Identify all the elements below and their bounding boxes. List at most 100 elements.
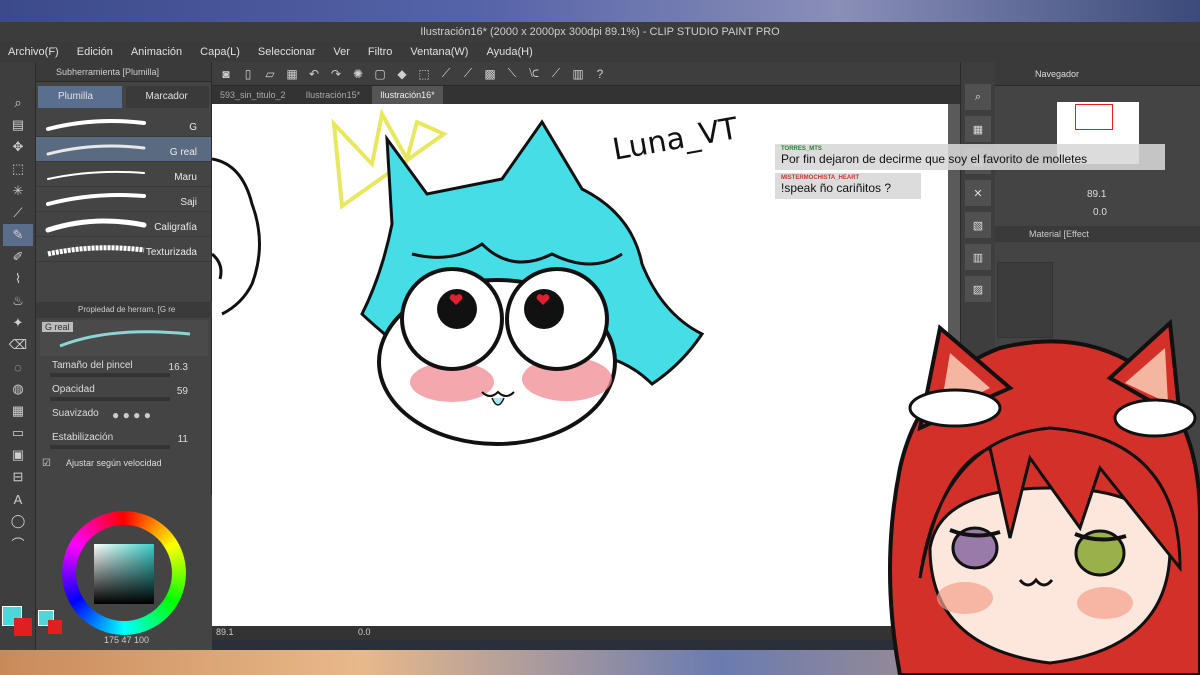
speed-adjust-row[interactable]: ☑ Ajustar según velocidad bbox=[36, 454, 212, 478]
decoration-tool-icon[interactable]: ✦ bbox=[3, 312, 33, 334]
menu-ver[interactable]: Ver bbox=[333, 46, 350, 58]
clear-icon[interactable]: ▢ bbox=[370, 65, 390, 83]
zoom-tool-icon[interactable]: ⌕ bbox=[3, 92, 33, 114]
navigator-rotation[interactable]: 0.0 bbox=[1093, 207, 1107, 218]
pencil-tool-icon[interactable]: ✐ bbox=[3, 246, 33, 268]
stabilization-value[interactable]: 11 bbox=[178, 434, 188, 445]
snap-grid-icon[interactable]: ▩ bbox=[480, 65, 500, 83]
color-values: 175 47 100 bbox=[104, 635, 150, 645]
brush-size-row[interactable]: Tamaño del pincel 16.3 bbox=[36, 358, 212, 382]
command-bar: ◙ ▯ ▱ ▦ ↶ ↷ ✺ ▢ ◆ ⬚ ⟋ ⟋ ▩ ⟍ ⟈ ⟋ ▥ ? bbox=[212, 62, 960, 86]
doc-tab-593[interactable]: 593_sin_titulo_2 bbox=[212, 86, 294, 104]
navigator-panel-icon[interactable]: ⌕ bbox=[965, 84, 991, 110]
chat-message: TORRES_MTS Por fin dejaron de decirme qu… bbox=[775, 144, 1165, 170]
sub-color-swatch[interactable] bbox=[14, 618, 32, 636]
pen-tool-icon[interactable]: ✎ bbox=[3, 224, 33, 246]
reference-icon[interactable]: ▥ bbox=[568, 65, 588, 83]
brush-size-value[interactable]: 16.3 bbox=[169, 362, 188, 373]
frame-tool-icon[interactable]: ▣ bbox=[3, 444, 33, 466]
redo-icon[interactable]: ↷ bbox=[326, 65, 346, 83]
layer-props-icon[interactable]: ▨ bbox=[965, 276, 991, 302]
stabilization-slider[interactable] bbox=[50, 445, 170, 449]
opacity-row[interactable]: Opacidad 59 bbox=[36, 382, 212, 406]
opacity-slider[interactable] bbox=[50, 397, 170, 401]
ruler-tool-icon[interactable]: ⊟ bbox=[3, 466, 33, 488]
window-title: Ilustración16* (2000 x 2000px 300dpi 89.… bbox=[0, 22, 1200, 42]
brush-label: G bbox=[189, 122, 197, 133]
brush-preview: G real bbox=[40, 320, 208, 356]
menu-edicion[interactable]: Edición bbox=[77, 46, 113, 58]
operation-tool-icon[interactable]: ▤ bbox=[3, 114, 33, 136]
opacity-label: Opacidad bbox=[52, 384, 95, 395]
brush-label: Texturizada bbox=[145, 247, 197, 258]
background-top-strip bbox=[0, 0, 1200, 22]
loading-icon[interactable]: ✺ bbox=[348, 65, 368, 83]
brush-list: G G real Maru Saji Caligrafía Texturizad… bbox=[36, 112, 211, 262]
eraser-tool-icon[interactable]: ⌫ bbox=[3, 334, 33, 356]
stroke-line-icon[interactable]: ⟋ bbox=[546, 65, 566, 83]
tab-plumilla[interactable]: Plumilla bbox=[38, 86, 122, 108]
figure-tool-icon[interactable]: ▭ bbox=[3, 422, 33, 444]
menu-archivo[interactable]: Archivo(F) bbox=[8, 46, 59, 58]
brush-item-g-real[interactable]: G real bbox=[36, 137, 211, 162]
fill-icon[interactable]: ◆ bbox=[392, 65, 412, 83]
move-tool-icon[interactable]: ✥ bbox=[3, 136, 33, 158]
checkbox-icon[interactable]: ☑ bbox=[42, 458, 51, 469]
save-icon[interactable]: ▦ bbox=[282, 65, 302, 83]
brush-item-g[interactable]: G bbox=[36, 112, 211, 137]
doc-tab-ilustracion16[interactable]: Ilustración16* bbox=[372, 86, 443, 104]
menu-capa[interactable]: Capa(L) bbox=[200, 46, 240, 58]
fill-tool-icon[interactable]: ◍ bbox=[3, 378, 33, 400]
layer-panel-icon[interactable]: ▥ bbox=[965, 244, 991, 270]
magic-wand-icon[interactable]: ✳ bbox=[3, 180, 33, 202]
tab-marcador[interactable]: Marcador bbox=[125, 86, 209, 108]
snap-ruler-icon[interactable]: ⟋ bbox=[436, 65, 456, 83]
subview-panel-icon[interactable]: ▦ bbox=[965, 116, 991, 142]
navigator-header: Navegador bbox=[995, 62, 1200, 86]
smoothing-options-icon[interactable]: ● ● ● ● bbox=[112, 408, 151, 422]
balloon-tool-icon[interactable]: ◯ bbox=[3, 510, 33, 532]
new-file-icon[interactable]: ▯ bbox=[238, 65, 258, 83]
open-folder-icon[interactable]: ▱ bbox=[260, 65, 280, 83]
brush-item-maru[interactable]: Maru bbox=[36, 162, 211, 187]
material-panel-icon[interactable]: ▧ bbox=[965, 212, 991, 238]
snap-special-icon[interactable]: ⟋ bbox=[458, 65, 478, 83]
brush-item-saji[interactable]: Saji bbox=[36, 187, 211, 212]
text-tool-icon[interactable]: A bbox=[3, 488, 33, 510]
selection-tool-icon[interactable]: ⬚ bbox=[3, 158, 33, 180]
stabilization-row[interactable]: Estabilización 11 bbox=[36, 430, 212, 454]
help-icon[interactable]: ? bbox=[590, 65, 610, 83]
menu-animacion[interactable]: Animación bbox=[131, 46, 182, 58]
transform-icon[interactable]: ⬚ bbox=[414, 65, 434, 83]
color-square-picker[interactable] bbox=[94, 544, 154, 604]
brush-size-slider[interactable] bbox=[50, 373, 170, 377]
correct-line-tool-icon[interactable]: ⌒ bbox=[3, 532, 33, 554]
stroke-icon[interactable]: ⟍ bbox=[502, 65, 522, 83]
clip-studio-icon[interactable]: ◙ bbox=[216, 65, 236, 83]
status-zoom[interactable]: 89.1 bbox=[216, 627, 234, 637]
brush-item-texturizada[interactable]: Texturizada bbox=[36, 237, 211, 262]
sub-color-swatch-small[interactable] bbox=[48, 620, 62, 634]
brush-item-caligrafia[interactable]: Caligrafía bbox=[36, 212, 211, 237]
tool-property-header: Propiedad de herram. [G re bbox=[36, 302, 212, 318]
doc-tab-ilustracion15[interactable]: Ilustración15* bbox=[298, 86, 369, 104]
eyedropper-icon[interactable]: ⟋ bbox=[3, 202, 33, 224]
blend-tool-icon[interactable]: ◌ bbox=[3, 356, 33, 378]
stream-screen: { "window": { "title": "Ilustración16* (… bbox=[0, 0, 1200, 675]
opacity-value[interactable]: 59 bbox=[177, 386, 188, 397]
smoothing-row[interactable]: Suavizado ● ● ● ● bbox=[36, 406, 212, 430]
gradient-tool-icon[interactable]: ▦ bbox=[3, 400, 33, 422]
undo-icon[interactable]: ↶ bbox=[304, 65, 324, 83]
menu-ayuda[interactable]: Ayuda(H) bbox=[486, 46, 532, 58]
status-rotation[interactable]: 0.0 bbox=[358, 627, 371, 637]
airbrush-tool-icon[interactable]: ♨ bbox=[3, 290, 33, 312]
brush-label: Saji bbox=[180, 197, 197, 208]
tool-palette: ⌕ ▤ ✥ ⬚ ✳ ⟋ ✎ ✐ ⌇ ♨ ✦ ⌫ ◌ ◍ ▦ ▭ ▣ ⊟ A ◯ … bbox=[0, 62, 36, 650]
stroke-smooth-icon[interactable]: ⟈ bbox=[524, 65, 544, 83]
menu-filtro[interactable]: Filtro bbox=[368, 46, 392, 58]
brush-tool-icon[interactable]: ⌇ bbox=[3, 268, 33, 290]
menu-bar: Archivo(F) Edición Animación Capa(L) Sel… bbox=[0, 42, 1200, 62]
menu-seleccionar[interactable]: Seleccionar bbox=[258, 46, 315, 58]
menu-ventana[interactable]: Ventana(W) bbox=[410, 46, 468, 58]
chat-overlay: TORRES_MTS Por fin dejaron de decirme qu… bbox=[775, 144, 1200, 202]
